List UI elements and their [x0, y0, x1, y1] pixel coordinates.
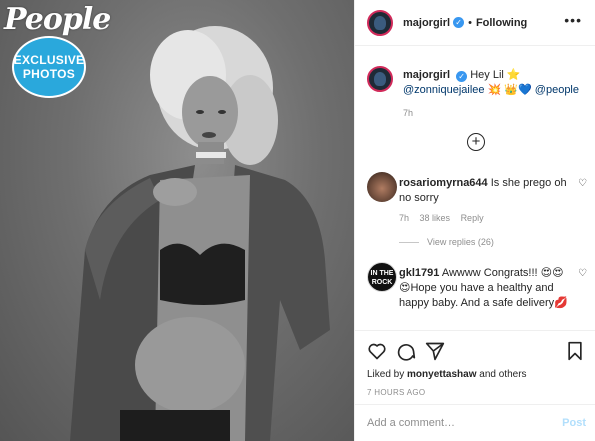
caption-avatar[interactable]: [367, 66, 393, 92]
comment-username[interactable]: gkl1791: [399, 267, 439, 279]
caption-username[interactable]: majorgirl: [403, 69, 450, 81]
comment-body: rosariomyrna644 Is she prego oh no sorry…: [399, 176, 569, 226]
author-avatar[interactable]: [367, 9, 393, 36]
liked-by-prefix: Liked by: [367, 369, 405, 380]
add-comment-bar: Post: [355, 404, 595, 441]
author-username[interactable]: majorgirl: [403, 17, 450, 29]
caption-mention-zonnique[interactable]: @zonniquejailee: [403, 84, 485, 96]
replies-divider-line: [399, 241, 419, 243]
instagram-post-window: People EXCLUSIVE PHOTOS majorgirl ✓ • Fo…: [0, 0, 595, 441]
reply-button[interactable]: Reply: [461, 213, 484, 223]
comment-body: gkl1791 Awwww Congrats!!! 😍😍😍Hope you ha…: [399, 266, 569, 311]
verified-badge-icon: ✓: [456, 71, 468, 82]
caption-emojis: 💥 👑💙: [487, 84, 532, 96]
comment-likes[interactable]: 38 likes: [420, 213, 451, 223]
liked-by-user[interactable]: monyettashaw: [407, 369, 476, 380]
people-logo-text: People: [4, 2, 111, 37]
caption-text-start: Hey Lil ⭐: [470, 69, 521, 81]
post-side-panel: majorgirl ✓ • Following ••• majorgirl ✓ …: [354, 0, 595, 441]
caption-mention-people[interactable]: @people: [535, 84, 579, 96]
heart-icon[interactable]: [367, 341, 387, 361]
people-exclusive-logo: People EXCLUSIVE PHOTOS: [4, 2, 111, 104]
header-separator: •: [468, 16, 472, 29]
following-button[interactable]: Following: [476, 17, 527, 29]
post-comment-button[interactable]: Post: [562, 417, 586, 429]
comment-input[interactable]: [367, 417, 563, 429]
comment-username[interactable]: rosariomyrna644: [399, 177, 488, 189]
view-replies-label: View replies (26): [427, 237, 494, 247]
badge-line-1: EXCLUSIVE: [13, 53, 85, 67]
comment-meta: 7h 38 likes Reply: [399, 211, 569, 226]
liked-by-line: Liked by monyettashaw and others: [367, 369, 584, 380]
bookmark-icon[interactable]: [565, 341, 585, 361]
badge-line-2: PHOTOS: [22, 67, 76, 81]
post-time-ago: 7 HOURS AGO: [367, 388, 426, 397]
verified-badge-icon: ✓: [453, 17, 465, 28]
comment-icon[interactable]: [396, 341, 416, 361]
post-header: majorgirl ✓ • Following •••: [355, 0, 595, 46]
comment-like-heart-icon[interactable]: ♡: [578, 178, 587, 189]
exclusive-photos-badge: EXCLUSIVE PHOTOS: [12, 36, 86, 98]
liked-by-suffix[interactable]: and others: [479, 369, 526, 380]
share-icon[interactable]: [425, 341, 445, 361]
caption-body: majorgirl ✓ Hey Lil ⭐ @zonniquejailee 💥 …: [403, 68, 589, 121]
commenter-avatar[interactable]: IN THE ROCK: [367, 262, 397, 292]
view-replies-button[interactable]: View replies (26): [399, 237, 494, 247]
more-options-icon[interactable]: •••: [564, 13, 582, 27]
comment-time: 7h: [399, 213, 410, 223]
plus-circle-icon[interactable]: +: [467, 133, 485, 151]
post-actions: Liked by monyettashaw and others 7 HOURS…: [355, 330, 595, 404]
post-photo[interactable]: People EXCLUSIVE PHOTOS: [0, 0, 354, 441]
comment-like-heart-icon[interactable]: ♡: [578, 268, 587, 279]
caption-time: 7h: [403, 108, 414, 118]
commenter-avatar[interactable]: [367, 172, 397, 202]
action-icons: [367, 341, 584, 365]
